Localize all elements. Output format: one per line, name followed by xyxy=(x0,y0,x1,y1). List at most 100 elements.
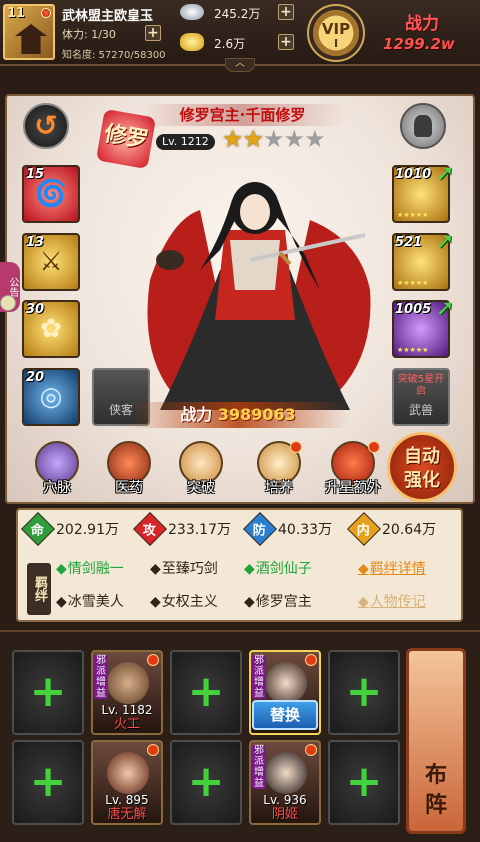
bond-item[interactable]: 至臻巧剑 xyxy=(150,558,218,578)
stat-attack: 攻 233.17万 xyxy=(133,512,231,546)
beast-slot[interactable]: 突破5星开启 武兽 xyxy=(392,368,450,426)
medicine-label: 医药 xyxy=(115,480,143,496)
star-upgrade-button[interactable]: 升星额外 xyxy=(320,441,386,505)
flower-icon: ✿ xyxy=(40,314,62,344)
faction-buff-tag: 邪派增益 xyxy=(252,655,266,699)
collapse-arrow-icon[interactable]: ︿ xyxy=(225,58,255,72)
cultivate-button[interactable]: 培养 xyxy=(250,441,308,505)
bond-details-link[interactable]: 羁绊详情 xyxy=(358,558,426,578)
gold-value: 2.6万 xyxy=(214,37,246,51)
hero-portrait xyxy=(265,752,307,794)
formation-slot-hero[interactable]: Lv. 895 唐无解 xyxy=(91,740,163,825)
equip-stars: ★★★★★ xyxy=(397,346,429,354)
hero-name: 火工 xyxy=(113,717,140,732)
bond-item[interactable]: 女权主义 xyxy=(150,591,218,611)
cultivate-label: 培养 xyxy=(265,480,293,496)
hero-portrait-button[interactable] xyxy=(400,103,446,149)
formation-slot-empty[interactable]: + xyxy=(12,740,84,825)
formation-slot-hero[interactable]: 邪派增益 Lv. 936 阴姬 xyxy=(249,740,321,825)
formation-slot-empty[interactable]: + xyxy=(12,650,84,735)
side-toggle-icon[interactable] xyxy=(0,295,16,311)
add-hero-icon: + xyxy=(345,756,383,807)
fighter-icon: ⚔ xyxy=(39,247,63,277)
total-power-value: 1299.2w xyxy=(383,35,455,53)
bond-item[interactable]: 冰雪美人 xyxy=(56,591,124,611)
attack-badge: 攻 xyxy=(133,512,167,546)
formation-slot-hero[interactable]: 邪派增益 Lv. 1182 火工 xyxy=(91,650,163,735)
bond-item[interactable]: 情剑融一 xyxy=(56,558,124,578)
skill-slot-4[interactable]: 20 ◎ xyxy=(22,368,80,426)
player-avatar[interactable]: 11 xyxy=(3,4,55,60)
bond-item[interactable]: 修罗宫主 xyxy=(244,591,312,611)
hero-portrait xyxy=(265,662,307,704)
notification-dot xyxy=(305,654,317,666)
meridian-button[interactable]: 穴脉 xyxy=(28,441,86,505)
fame-text: 知名度: 57270/58300 xyxy=(62,50,166,61)
equip-stars: ★★★★★ xyxy=(397,279,429,287)
stat-internal: 内 20.64万 xyxy=(347,512,437,546)
player-name: 武林盟主欧皇玉 xyxy=(62,9,154,24)
add-silver-button[interactable]: + xyxy=(278,4,294,20)
equip-slot-accessory[interactable]: 1005 ➚ ★★★★★ xyxy=(392,296,454,358)
notification-dot xyxy=(147,654,159,666)
equip-2-level: 521 xyxy=(395,235,423,250)
attack-value: 233.17万 xyxy=(168,522,231,538)
swap-button[interactable]: 替换 xyxy=(252,700,318,730)
hero-portrait xyxy=(107,662,149,704)
add-hero-icon: + xyxy=(345,666,383,717)
vip-label: VIP xyxy=(321,20,351,38)
medicine-button[interactable]: 医药 xyxy=(100,441,158,505)
formation-slot-empty[interactable]: + xyxy=(328,650,400,735)
star-empty-icon: ★ xyxy=(263,125,284,153)
gold-icon xyxy=(180,33,204,51)
auto-strengthen-button[interactable]: 自动 强化 xyxy=(387,432,457,502)
skill-slot-1[interactable]: 15 🌀 xyxy=(22,165,80,223)
bond-label: 羁绊 xyxy=(27,563,51,615)
add-hero-icon: + xyxy=(187,666,225,717)
equip-slot-armor[interactable]: 521 ➚ ★★★★★ xyxy=(392,229,454,291)
vip-badge[interactable]: VIP I xyxy=(307,4,365,62)
equip-stars: ★★★★★ xyxy=(397,211,429,219)
hero-level: Lv. 1212 xyxy=(156,134,215,150)
auto-strengthen-line-2: 强化 xyxy=(404,470,440,491)
notification-dot xyxy=(290,441,302,453)
top-bar: 11 武林盟主欧皇玉 体力: 1/30 + 知名度: 57270/58300 2… xyxy=(0,0,480,66)
biography-link[interactable]: 人物传记 xyxy=(358,591,426,611)
faction-buff-tag: 邪派增益 xyxy=(94,655,108,699)
silver-value: 245.2万 xyxy=(214,7,261,21)
hp-badge: 命 xyxy=(21,512,55,546)
bond-item[interactable]: 酒剑仙子 xyxy=(244,558,312,578)
formation-layout-button[interactable]: 布 阵 xyxy=(406,648,466,834)
faction-buff-tag: 邪派增益 xyxy=(252,745,266,789)
add-gold-button[interactable]: + xyxy=(278,34,294,50)
formation-slot-empty[interactable]: + xyxy=(170,740,242,825)
hero-figure xyxy=(147,182,371,410)
stat-hp: 命 202.91万 xyxy=(21,512,119,546)
back-button[interactable]: ↺ xyxy=(23,103,69,149)
breakthrough-button[interactable]: 突破 xyxy=(172,441,230,505)
equip-slot-weapon[interactable]: 1010 ➚ ★★★★★ xyxy=(392,161,454,223)
upgrade-arrow-icon: ➚ xyxy=(436,229,455,254)
hero-name: 阴姬 xyxy=(271,807,298,822)
internal-value: 20.64万 xyxy=(382,522,437,538)
upgrade-arrow-icon: ➚ xyxy=(436,296,455,321)
hp-value: 202.91万 xyxy=(56,522,119,538)
add-stamina-button[interactable]: + xyxy=(145,25,161,41)
breakthrough-label: 突破 xyxy=(187,480,215,496)
equip-3-level: 1005 xyxy=(395,302,432,317)
formation-slot-empty[interactable]: + xyxy=(328,740,400,825)
formation-layout-label: 布 阵 xyxy=(424,763,447,818)
upgrade-arrow-icon: ➚ xyxy=(436,161,455,186)
combat-power-value: 3989063 xyxy=(217,405,296,424)
hero-title: 修罗宫主·千面修罗 xyxy=(140,104,345,126)
formation-slot-empty[interactable]: + xyxy=(170,650,242,735)
star-empty-icon: ★ xyxy=(283,125,305,153)
notification-dot xyxy=(147,744,159,756)
notification-dot xyxy=(41,8,51,18)
add-hero-icon: + xyxy=(29,756,67,807)
skill-slot-2[interactable]: 13 ⚔ xyxy=(22,233,80,291)
vip-level: I xyxy=(333,37,339,50)
skill-slot-3[interactable]: 30 ✿ xyxy=(22,300,80,358)
silver-icon xyxy=(180,4,204,20)
hero-combat-power: 战力 3989063 xyxy=(128,402,348,428)
